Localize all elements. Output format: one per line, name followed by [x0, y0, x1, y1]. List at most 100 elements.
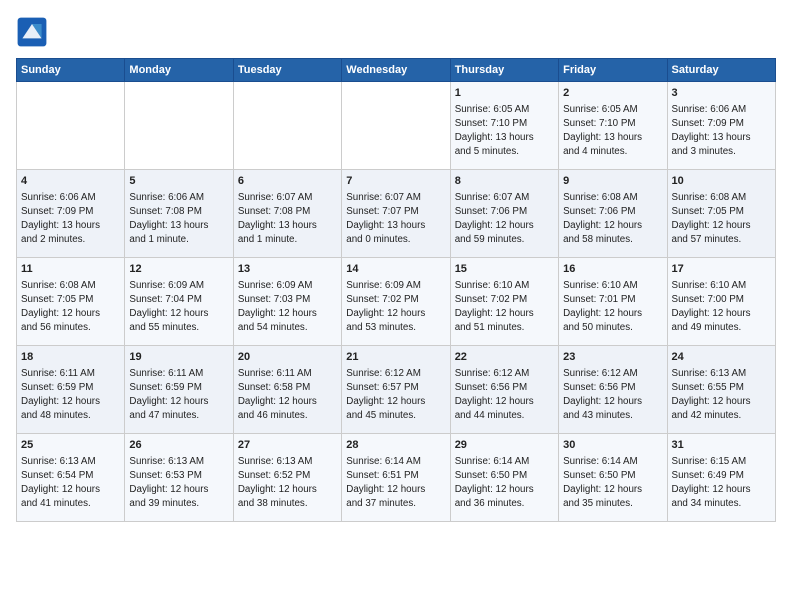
calendar-cell: 4 Sunrise: 6:06 AM Sunset: 7:09 PM Daylig… [17, 170, 125, 258]
day-detail: Sunrise: 6:08 AM Sunset: 7:05 PM Dayligh… [21, 279, 120, 334]
calendar-cell: 20Sunrise: 6:11 AM Sunset: 6:58 PM Dayli… [233, 346, 341, 434]
calendar-cell: 22 Sunrise: 6:12 AM Sunset: 6:56 PM Dayli… [450, 346, 558, 434]
calendar-cell: 17Sunrise: 6:10 AM Sunset: 7:00 PM Dayli… [667, 258, 775, 346]
day-detail: Sunrise: 6:07 AM Sunset: 7:08 PM Dayligh… [238, 191, 337, 246]
calendar-week: 1 Sunrise: 6:05 AM Sunset: 7:10 PM Daylig… [17, 82, 776, 170]
day-detail: Sunrise: 6:05 AM Sunset: 7:10 PM Dayligh… [455, 103, 554, 158]
day-number: 30 [563, 438, 662, 453]
calendar-cell: 24 Sunrise: 6:13 AM Sunset: 6:55 PM Dayli… [667, 346, 775, 434]
calendar-cell: 23Sunrise: 6:12 AM Sunset: 6:56 PM Dayli… [559, 346, 667, 434]
day-number: 24 [672, 350, 771, 365]
day-number: 31 [672, 438, 771, 453]
calendar-cell: 27Sunrise: 6:13 AM Sunset: 6:52 PM Dayli… [233, 434, 341, 522]
day-number: 26 [129, 438, 228, 453]
day-detail: Sunrise: 6:06 AM Sunset: 7:09 PM Dayligh… [21, 191, 120, 246]
day-number: 15 [455, 262, 554, 277]
day-detail: Sunrise: 6:14 AM Sunset: 6:50 PM Dayligh… [455, 455, 554, 510]
day-detail: Sunrise: 6:09 AM Sunset: 7:03 PM Dayligh… [238, 279, 337, 334]
day-number: 18 [21, 350, 120, 365]
day-number: 11 [21, 262, 120, 277]
day-number: 21 [346, 350, 445, 365]
day-number: 12 [129, 262, 228, 277]
day-number: 10 [672, 174, 771, 189]
calendar-cell: 15 Sunrise: 6:10 AM Sunset: 7:02 PM Dayli… [450, 258, 558, 346]
day-detail: Sunrise: 6:11 AM Sunset: 6:59 PM Dayligh… [129, 367, 228, 422]
calendar-cell: 8 Sunrise: 6:07 AM Sunset: 7:06 PM Daylig… [450, 170, 558, 258]
day-number: 7 [346, 174, 445, 189]
day-number: 2 [563, 86, 662, 101]
day-detail: Sunrise: 6:13 AM Sunset: 6:55 PM Dayligh… [672, 367, 771, 422]
day-detail: Sunrise: 6:12 AM Sunset: 6:56 PM Dayligh… [455, 367, 554, 422]
day-detail: Sunrise: 6:09 AM Sunset: 7:02 PM Dayligh… [346, 279, 445, 334]
weekday-header: Thursday [450, 59, 558, 82]
day-number: 1 [455, 86, 554, 101]
weekday-header: Sunday [17, 59, 125, 82]
day-detail: Sunrise: 6:08 AM Sunset: 7:06 PM Dayligh… [563, 191, 662, 246]
day-detail: Sunrise: 6:11 AM Sunset: 6:59 PM Dayligh… [21, 367, 120, 422]
day-number: 3 [672, 86, 771, 101]
day-number: 17 [672, 262, 771, 277]
calendar-cell: 7Sunrise: 6:07 AM Sunset: 7:07 PM Daylig… [342, 170, 450, 258]
calendar-cell: 19 Sunrise: 6:11 AM Sunset: 6:59 PM Dayli… [125, 346, 233, 434]
calendar-cell [233, 82, 341, 170]
day-number: 8 [455, 174, 554, 189]
day-number: 22 [455, 350, 554, 365]
day-number: 13 [238, 262, 337, 277]
calendar-cell: 31 Sunrise: 6:15 AM Sunset: 6:49 PM Dayli… [667, 434, 775, 522]
day-detail: Sunrise: 6:13 AM Sunset: 6:52 PM Dayligh… [238, 455, 337, 510]
weekday-header: Tuesday [233, 59, 341, 82]
page-header [16, 16, 776, 48]
day-detail: Sunrise: 6:14 AM Sunset: 6:50 PM Dayligh… [563, 455, 662, 510]
day-detail: Sunrise: 6:10 AM Sunset: 7:01 PM Dayligh… [563, 279, 662, 334]
day-number: 5 [129, 174, 228, 189]
calendar-week: 25Sunrise: 6:13 AM Sunset: 6:54 PM Dayli… [17, 434, 776, 522]
day-detail: Sunrise: 6:07 AM Sunset: 7:06 PM Dayligh… [455, 191, 554, 246]
day-detail: Sunrise: 6:10 AM Sunset: 7:02 PM Dayligh… [455, 279, 554, 334]
calendar-cell: 25Sunrise: 6:13 AM Sunset: 6:54 PM Dayli… [17, 434, 125, 522]
logo [16, 16, 52, 48]
day-detail: Sunrise: 6:13 AM Sunset: 6:53 PM Dayligh… [129, 455, 228, 510]
calendar-cell: 14 Sunrise: 6:09 AM Sunset: 7:02 PM Dayli… [342, 258, 450, 346]
day-detail: Sunrise: 6:06 AM Sunset: 7:08 PM Dayligh… [129, 191, 228, 246]
calendar-week: 4 Sunrise: 6:06 AM Sunset: 7:09 PM Daylig… [17, 170, 776, 258]
day-detail: Sunrise: 6:11 AM Sunset: 6:58 PM Dayligh… [238, 367, 337, 422]
calendar-cell: 3 Sunrise: 6:06 AM Sunset: 7:09 PM Daylig… [667, 82, 775, 170]
calendar-cell: 18 Sunrise: 6:11 AM Sunset: 6:59 PM Dayli… [17, 346, 125, 434]
day-number: 14 [346, 262, 445, 277]
weekday-header: Monday [125, 59, 233, 82]
calendar-cell [342, 82, 450, 170]
calendar-cell: 11 Sunrise: 6:08 AM Sunset: 7:05 PM Dayli… [17, 258, 125, 346]
day-number: 9 [563, 174, 662, 189]
calendar-cell: 28Sunrise: 6:14 AM Sunset: 6:51 PM Dayli… [342, 434, 450, 522]
calendar-cell: 9 Sunrise: 6:08 AM Sunset: 7:06 PM Daylig… [559, 170, 667, 258]
day-detail: Sunrise: 6:12 AM Sunset: 6:57 PM Dayligh… [346, 367, 445, 422]
calendar-table: SundayMondayTuesdayWednesdayThursdayFrid… [16, 58, 776, 522]
weekday-header: Wednesday [342, 59, 450, 82]
day-detail: Sunrise: 6:14 AM Sunset: 6:51 PM Dayligh… [346, 455, 445, 510]
day-number: 16 [563, 262, 662, 277]
day-number: 25 [21, 438, 120, 453]
calendar-cell: 2Sunrise: 6:05 AM Sunset: 7:10 PM Daylig… [559, 82, 667, 170]
day-detail: Sunrise: 6:06 AM Sunset: 7:09 PM Dayligh… [672, 103, 771, 158]
calendar-week: 18 Sunrise: 6:11 AM Sunset: 6:59 PM Dayli… [17, 346, 776, 434]
calendar-cell [17, 82, 125, 170]
weekday-header: Friday [559, 59, 667, 82]
calendar-cell: 6 Sunrise: 6:07 AM Sunset: 7:08 PM Daylig… [233, 170, 341, 258]
day-number: 4 [21, 174, 120, 189]
calendar-cell: 29Sunrise: 6:14 AM Sunset: 6:50 PM Dayli… [450, 434, 558, 522]
day-detail: Sunrise: 6:12 AM Sunset: 6:56 PM Dayligh… [563, 367, 662, 422]
calendar-cell: 1 Sunrise: 6:05 AM Sunset: 7:10 PM Daylig… [450, 82, 558, 170]
day-number: 19 [129, 350, 228, 365]
calendar-cell [125, 82, 233, 170]
day-number: 6 [238, 174, 337, 189]
calendar-cell: 26 Sunrise: 6:13 AM Sunset: 6:53 PM Dayli… [125, 434, 233, 522]
calendar-cell: 21 Sunrise: 6:12 AM Sunset: 6:57 PM Dayli… [342, 346, 450, 434]
calendar-cell: 13 Sunrise: 6:09 AM Sunset: 7:03 PM Dayli… [233, 258, 341, 346]
calendar-week: 11 Sunrise: 6:08 AM Sunset: 7:05 PM Dayli… [17, 258, 776, 346]
day-detail: Sunrise: 6:08 AM Sunset: 7:05 PM Dayligh… [672, 191, 771, 246]
calendar-cell: 5 Sunrise: 6:06 AM Sunset: 7:08 PM Daylig… [125, 170, 233, 258]
calendar-header: SundayMondayTuesdayWednesdayThursdayFrid… [17, 59, 776, 82]
calendar-cell: 10 Sunrise: 6:08 AM Sunset: 7:05 PM Dayli… [667, 170, 775, 258]
day-detail: Sunrise: 6:15 AM Sunset: 6:49 PM Dayligh… [672, 455, 771, 510]
logo-icon [16, 16, 48, 48]
